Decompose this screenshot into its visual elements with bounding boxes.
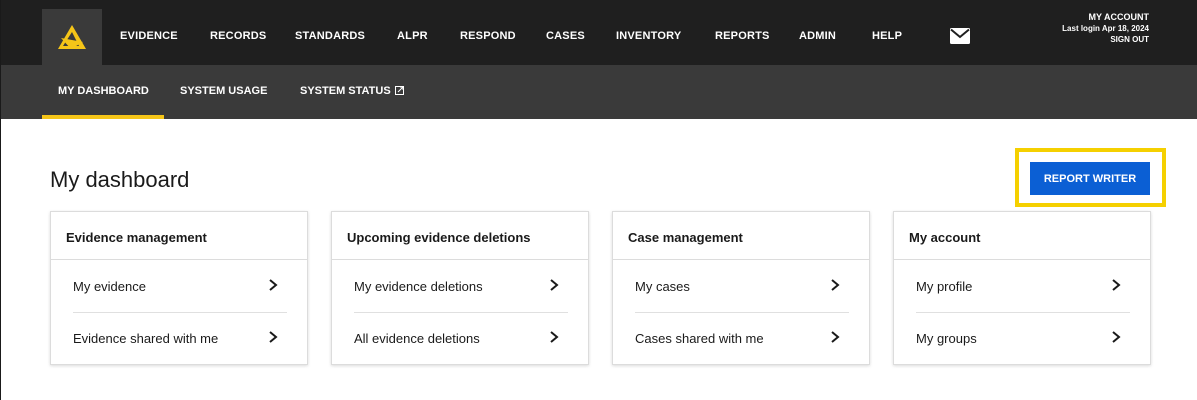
chevron-right-icon bbox=[1112, 279, 1121, 291]
link-label: My evidence deletions bbox=[354, 279, 483, 294]
nav-reports[interactable]: REPORTS bbox=[715, 30, 770, 42]
nav-standards[interactable]: STANDARDS bbox=[295, 30, 365, 42]
link-my-profile[interactable]: My profile bbox=[894, 261, 1152, 313]
chevron-right-icon bbox=[1112, 331, 1121, 343]
card-my-account: My account My profile My groups bbox=[893, 211, 1151, 365]
link-label: My profile bbox=[916, 279, 973, 294]
nav-inventory[interactable]: INVENTORY bbox=[616, 30, 681, 42]
link-my-cases[interactable]: My cases bbox=[613, 261, 871, 313]
link-label: Evidence shared with me bbox=[73, 331, 219, 346]
chevron-right-icon bbox=[269, 279, 278, 291]
link-my-groups[interactable]: My groups bbox=[894, 313, 1152, 365]
link-my-evidence-deletions[interactable]: My evidence deletions bbox=[332, 261, 590, 313]
link-cases-shared-with-me[interactable]: Cases shared with me bbox=[613, 313, 871, 365]
tab-system-status[interactable]: SYSTEM STATUS bbox=[300, 85, 404, 97]
nav-help[interactable]: HELP bbox=[872, 30, 902, 42]
my-account-link[interactable]: MY ACCOUNT bbox=[1062, 12, 1150, 23]
card-title: My account bbox=[894, 212, 1150, 260]
chevron-right-icon bbox=[550, 331, 559, 343]
link-label: My evidence bbox=[73, 279, 146, 294]
nav-records[interactable]: RECORDS bbox=[210, 30, 266, 42]
sub-nav-bar: MY DASHBOARD SYSTEM USAGE SYSTEM STATUS bbox=[1, 65, 1197, 119]
page-title: My dashboard bbox=[50, 167, 190, 192]
logo-icon bbox=[58, 25, 86, 49]
chevron-right-icon bbox=[269, 331, 278, 343]
chevron-right-icon bbox=[550, 279, 559, 291]
link-label: Cases shared with me bbox=[635, 331, 764, 346]
mail-icon[interactable] bbox=[950, 28, 970, 44]
report-writer-button[interactable]: REPORT WRITER bbox=[1030, 162, 1150, 195]
chevron-right-icon bbox=[831, 279, 840, 291]
external-link-icon bbox=[394, 86, 404, 95]
card-title: Evidence management bbox=[51, 212, 307, 260]
top-nav-bar: EVIDENCE RECORDS STANDARDS ALPR RESPOND … bbox=[1, 0, 1197, 65]
nav-alpr[interactable]: ALPR bbox=[397, 30, 428, 42]
logo[interactable] bbox=[42, 9, 102, 65]
nav-respond[interactable]: RESPOND bbox=[460, 30, 516, 42]
link-my-evidence[interactable]: My evidence bbox=[51, 261, 309, 313]
chevron-right-icon bbox=[831, 331, 840, 343]
card-title: Case management bbox=[613, 212, 869, 260]
card-title: Upcoming evidence deletions bbox=[332, 212, 588, 260]
sign-out-link[interactable]: SIGN OUT bbox=[1062, 34, 1149, 45]
active-tab-indicator bbox=[42, 115, 164, 119]
account-menu: MY ACCOUNT Last login Apr 18, 2024 SIGN … bbox=[1062, 12, 1149, 45]
last-login-text: Last login Apr 18, 2024 bbox=[1062, 24, 1149, 33]
nav-cases[interactable]: CASES bbox=[546, 30, 585, 42]
link-evidence-shared-with-me[interactable]: Evidence shared with me bbox=[51, 313, 309, 365]
nav-admin[interactable]: ADMIN bbox=[799, 30, 836, 42]
app-frame: EVIDENCE RECORDS STANDARDS ALPR RESPOND … bbox=[0, 0, 1197, 400]
card-case-management: Case management My cases Cases shared wi… bbox=[612, 211, 870, 365]
link-all-evidence-deletions[interactable]: All evidence deletions bbox=[332, 313, 590, 365]
card-upcoming-evidence-deletions: Upcoming evidence deletions My evidence … bbox=[331, 211, 589, 365]
link-label: My groups bbox=[916, 331, 977, 346]
nav-evidence[interactable]: EVIDENCE bbox=[120, 30, 178, 42]
tab-my-dashboard[interactable]: MY DASHBOARD bbox=[58, 85, 149, 97]
link-label: All evidence deletions bbox=[354, 331, 480, 346]
tab-system-status-label: SYSTEM STATUS bbox=[300, 85, 391, 97]
link-label: My cases bbox=[635, 279, 690, 294]
tab-system-usage[interactable]: SYSTEM USAGE bbox=[180, 85, 267, 97]
card-evidence-management: Evidence management My evidence Evidence… bbox=[50, 211, 308, 365]
